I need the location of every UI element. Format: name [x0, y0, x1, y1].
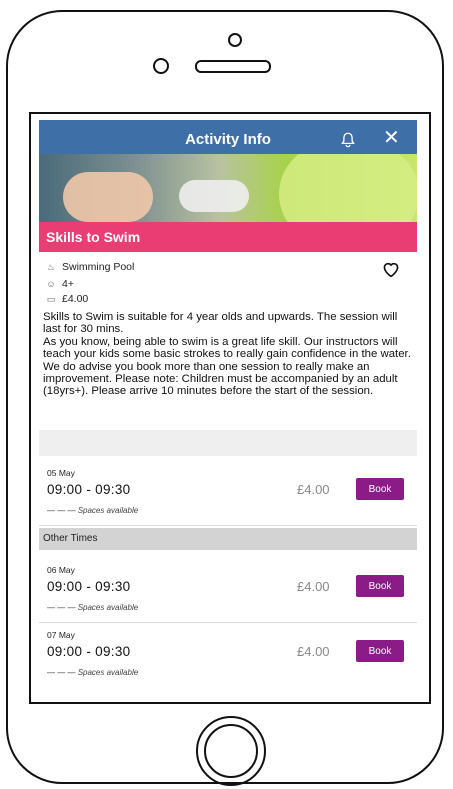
app-screen: Activity Info ✕ Skills to Swim ♨ Swimming…: [29, 112, 431, 704]
session-time: 09:00 - 09:30: [47, 579, 131, 594]
person-icon: ☺: [46, 279, 56, 289]
session-price: £4.00: [297, 644, 330, 659]
age-text: 4+: [62, 278, 74, 290]
spaces-label: Spaces available: [77, 668, 139, 677]
ticket-icon: ▭: [46, 294, 56, 304]
spaces-available: — — — Spaces available: [47, 668, 138, 677]
info-price: ▭ £4.00: [45, 293, 89, 305]
speaker-grille: [195, 60, 271, 73]
divider: [39, 525, 417, 526]
session-price: £4.00: [297, 482, 330, 497]
location-text: Swimming Pool: [62, 261, 135, 273]
session-date: 05 May: [47, 468, 75, 478]
book-button[interactable]: Book: [356, 640, 404, 662]
session-date: 07 May: [47, 630, 75, 640]
session-time: 09:00 - 09:30: [47, 644, 131, 659]
spaces-label: Spaces available: [77, 506, 139, 515]
info-age: ☺ 4+: [45, 278, 74, 290]
separator-band: [39, 430, 417, 456]
divider: [39, 622, 417, 623]
heart-icon[interactable]: [381, 260, 401, 278]
pool-icon: ♨: [46, 262, 56, 272]
spaces-dashes: — — —: [47, 506, 76, 515]
spaces-available: — — — Spaces available: [47, 603, 138, 612]
book-button[interactable]: Book: [356, 575, 404, 597]
spaces-dashes: — — —: [47, 603, 76, 612]
spaces-dashes: — — —: [47, 668, 76, 677]
activity-hero-image: [39, 154, 417, 222]
info-location: ♨ Swimming Pool: [45, 261, 134, 273]
spaces-label: Spaces available: [77, 603, 139, 612]
bell-icon[interactable]: [339, 131, 357, 149]
close-icon[interactable]: ✕: [383, 128, 400, 148]
session-time: 09:00 - 09:30: [47, 482, 131, 497]
session-date: 06 May: [47, 565, 75, 575]
session-price: £4.00: [297, 579, 330, 594]
activity-title-banner: Skills to Swim: [39, 222, 417, 252]
price-text: £4.00: [62, 293, 89, 305]
home-button-ring: [204, 724, 258, 778]
page-title: Activity Info: [185, 131, 271, 148]
spaces-available: — — — Spaces available: [47, 506, 138, 515]
camera-dot: [228, 33, 242, 47]
sensor-dot: [153, 58, 169, 74]
other-times-header: Other Times: [39, 528, 417, 550]
activity-description: Skills to Swim is suitable for 4 year ol…: [43, 311, 411, 398]
home-button[interactable]: [196, 716, 266, 786]
book-button[interactable]: Book: [356, 478, 404, 500]
other-times-label: Other Times: [43, 533, 98, 544]
activity-title: Skills to Swim: [46, 229, 141, 245]
